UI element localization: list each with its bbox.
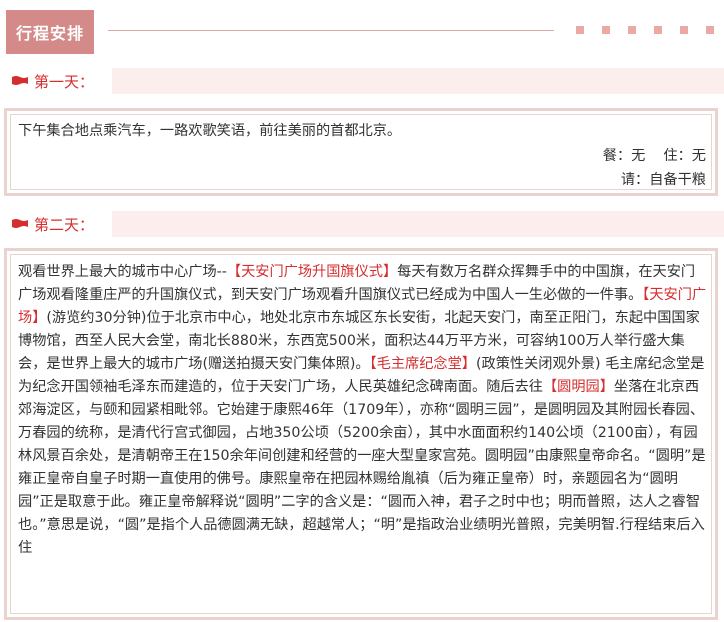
section-title: 行程安排 [6, 10, 94, 54]
day1-note: 请：自备干粮 [620, 172, 706, 188]
day2-segment: 坐落在北京西郊海淀区，与颐和园紧相毗邻。它始建于康熙46年（1709年），亦称“… [18, 379, 706, 556]
red-flag-icon [12, 219, 28, 228]
day1-label: 第一天： [34, 73, 95, 91]
day2-segment: 观看世界上最大的城市中心广场-- [18, 264, 227, 280]
attraction-mausoleum: 【毛主席纪念堂】 [369, 356, 476, 372]
day1-heading-bar [112, 68, 724, 94]
attraction-yuanmingyuan: 【圆明园】 [542, 379, 614, 395]
day1-meals: 餐：无 [602, 148, 646, 164]
day1-box: 下午集合地点乘汽车，一路欢歌笑语，前往美丽的首都北京。 餐：无 住：无 请：自备… [4, 108, 718, 196]
day1-description: 下午集合地点乘汽车，一路欢歌笑语，前往美丽的首都北京。 [18, 123, 402, 139]
day2-box: 观看世界上最大的城市中心广场--【天安门广场升国旗仪式】每天有数万名群众挥舞手中… [4, 248, 718, 620]
red-flag-icon [12, 76, 28, 85]
day2-label: 第二天： [34, 216, 95, 234]
header-divider [108, 30, 554, 31]
day2-heading: 第二天： [0, 211, 724, 237]
day2-description: 观看世界上最大的城市中心广场--【天安门广场升国旗仪式】每天有数万名群众挥舞手中… [18, 261, 709, 560]
day1-stay: 住：无 [663, 148, 706, 164]
attraction-flag-raising: 【天安门广场升国旗仪式】 [226, 264, 398, 280]
day1-heading: 第一天： [0, 68, 724, 94]
day2-heading-bar [112, 211, 724, 237]
day1-meals-stay: 餐：无 住：无 [603, 145, 706, 168]
